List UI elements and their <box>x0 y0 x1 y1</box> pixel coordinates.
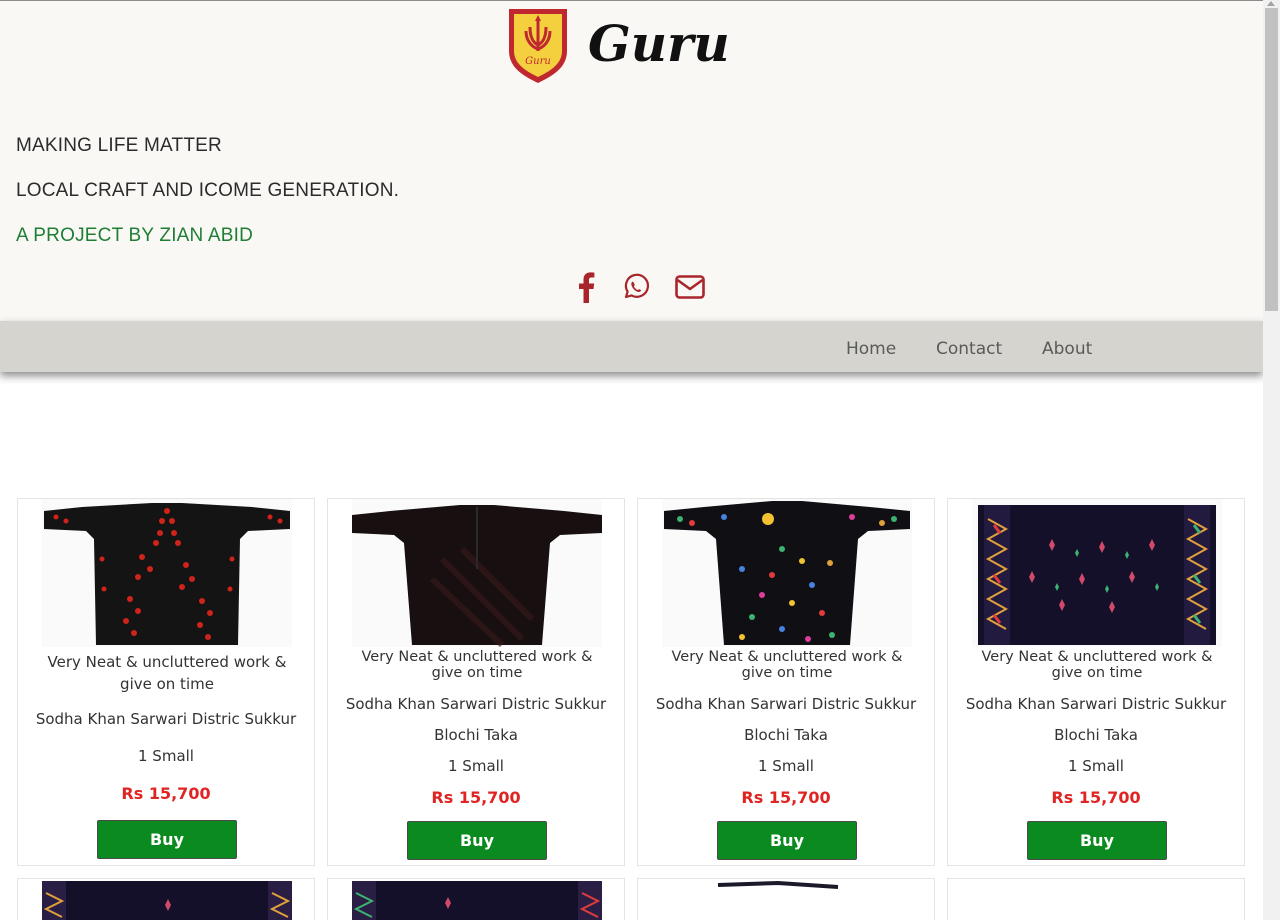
buy-button[interactable]: Buy <box>407 821 547 860</box>
svg-text:Guru: Guru <box>525 56 551 67</box>
product-image-kurta-multicolor <box>662 499 912 647</box>
product-size: 1 Small <box>1068 757 1124 775</box>
whatsapp-icon <box>624 273 650 299</box>
product-name: Blochi Taka <box>434 726 518 744</box>
product-card-partial <box>637 878 935 920</box>
product-image-shawl <box>972 499 1222 647</box>
whatsapp-link[interactable] <box>620 269 652 305</box>
buy-button[interactable]: Buy <box>1027 821 1167 860</box>
brand-logo[interactable]: Guru Guru <box>506 5 756 85</box>
page: Guru Guru MAKING LIFE MATTER LOCAL CRAFT… <box>0 0 1263 920</box>
mail-icon <box>675 275 705 299</box>
facebook-link[interactable] <box>571 269 601 305</box>
product-seller: Sodha Khan Sarwari Distric Sukkur <box>35 710 297 728</box>
product-price: Rs 15,700 <box>1051 788 1141 807</box>
product-card-partial <box>327 878 625 920</box>
product-size: 1 Small <box>448 757 504 775</box>
scrollbar-thumb[interactable] <box>1265 8 1278 311</box>
product-card: Very Neat & uncluttered work & give on t… <box>17 498 315 866</box>
product-seller: Sodha Khan Sarwari Distric Sukkur <box>345 695 607 713</box>
product-price: Rs 15,700 <box>431 788 521 807</box>
product-image-shawl-partial <box>352 881 602 920</box>
tagline-project: A PROJECT BY ZIAN ABID <box>16 225 254 246</box>
product-card-partial <box>947 878 1245 920</box>
product-seller: Sodha Khan Sarwari Distric Sukkur <box>655 695 917 713</box>
tagline-2: LOCAL CRAFT AND ICOME GENERATION. <box>16 180 400 201</box>
tagline-1: MAKING LIFE MATTER <box>16 135 222 156</box>
product-card: Very Neat & uncluttered work & give on t… <box>637 498 935 866</box>
email-link[interactable] <box>673 269 707 305</box>
nav-about[interactable]: About <box>1042 339 1092 359</box>
nav-contact[interactable]: Contact <box>936 339 1002 359</box>
product-card: Very Neat & uncluttered work & give on t… <box>327 498 625 866</box>
product-image-shawl-partial <box>42 881 292 920</box>
buy-button[interactable]: Buy <box>717 821 857 860</box>
product-image-partial <box>717 880 839 889</box>
product-image-kurta-red-embroidery <box>42 499 292 647</box>
buy-button[interactable]: Buy <box>97 820 237 859</box>
product-card-partial <box>17 878 315 920</box>
product-description: Very Neat & uncluttered work & give on t… <box>981 649 1213 681</box>
site-header: Guru Guru MAKING LIFE MATTER LOCAL CRAFT… <box>0 1 1263 321</box>
main-nav: Home Contact About <box>0 321 1263 372</box>
product-size: 1 Small <box>758 757 814 775</box>
product-name: Blochi Taka <box>744 726 828 744</box>
brand-name: Guru <box>588 14 730 73</box>
product-card: Very Neat & uncluttered work & give on t… <box>947 498 1245 866</box>
shield-logo-icon: Guru <box>509 9 567 83</box>
product-image-plain-kurta <box>352 499 602 647</box>
product-price: Rs 15,700 <box>121 784 211 803</box>
product-description: Very Neat & uncluttered work & give on t… <box>361 649 593 681</box>
nav-home[interactable]: Home <box>846 339 896 359</box>
product-size: 1 Small <box>138 747 194 765</box>
vertical-scrollbar[interactable] <box>1263 0 1280 920</box>
product-description: Very Neat & uncluttered work & give on t… <box>671 649 903 681</box>
product-name: Blochi Taka <box>1054 726 1138 744</box>
product-description: Very Neat & uncluttered work & give on t… <box>47 653 287 693</box>
product-seller: Sodha Khan Sarwari Distric Sukkur <box>965 695 1227 713</box>
facebook-icon <box>579 272 595 303</box>
product-price: Rs 15,700 <box>741 788 831 807</box>
scroll-up-arrow-icon[interactable] <box>1267 1 1275 6</box>
